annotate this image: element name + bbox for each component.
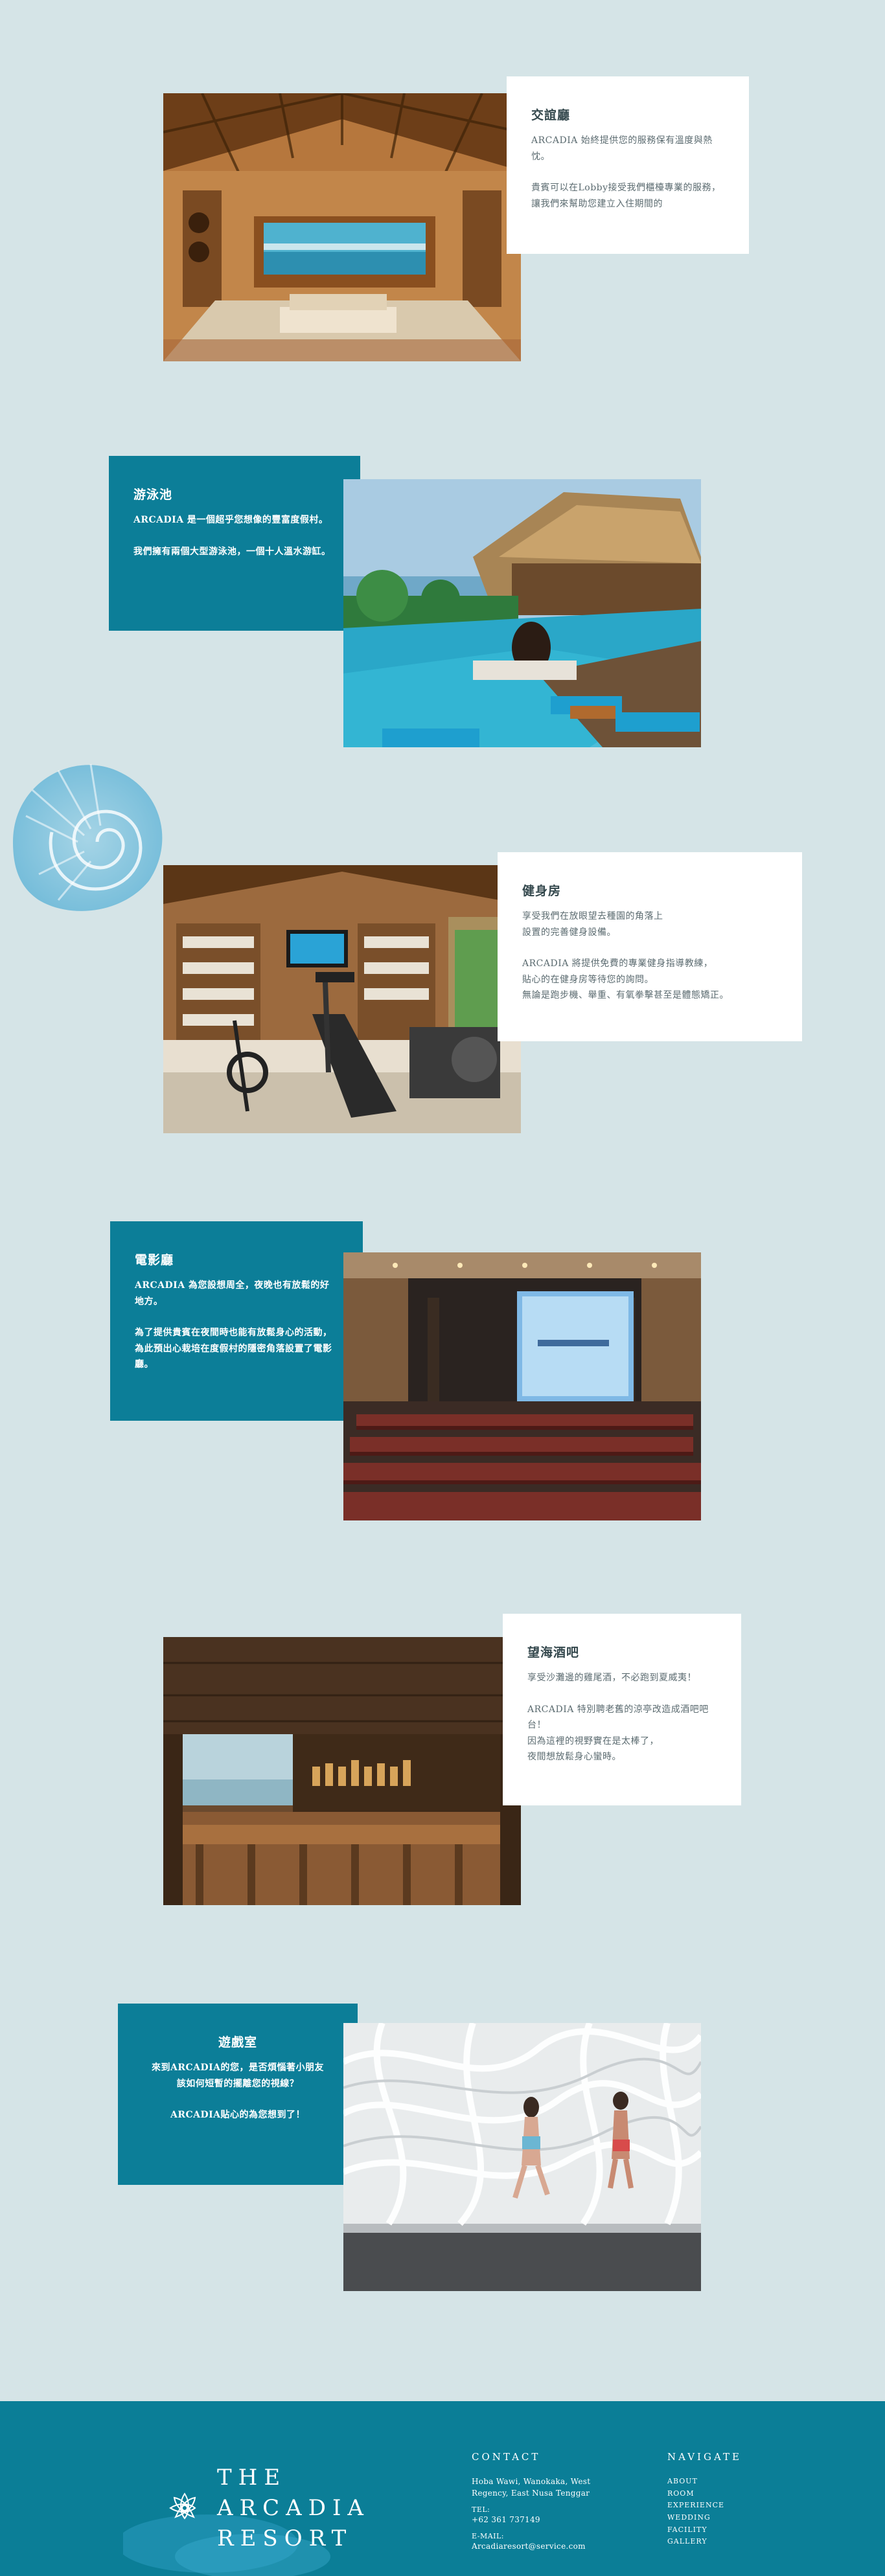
contact-address: Hoba Wawi, Wanokaka, West Regency, East …	[472, 2477, 591, 2498]
nav-link-gallery[interactable]: GALLERY	[667, 2536, 784, 2548]
site-footer: THE ARCADIA RESORT CONTACT Hoba Wawi, Wa…	[0, 2401, 885, 2576]
lobby-card: 交誼廳 ARCADIA 始終提供您的服務保有溫度與熱忱。 貴賓可以在Lobby接…	[507, 76, 749, 254]
pool-photo	[343, 479, 701, 747]
lotus-logo-icon	[169, 2492, 196, 2520]
nav-link-room[interactable]: ROOM	[667, 2488, 784, 2500]
bar-photo	[163, 1637, 521, 1905]
lobby-text-1: ARCADIA 始終提供您的服務保有溫度與熱忱。	[531, 135, 713, 162]
bar-title: 望海酒吧	[527, 1645, 580, 1660]
cinema-photo	[343, 1252, 701, 1520]
cinema-title: 電影廳	[135, 1253, 174, 1267]
footer-brand[interactable]: THE ARCADIA RESORT	[165, 2463, 370, 2554]
pool-text-2: 我們擁有兩個大型游泳池，一個十人溫水游缸。	[133, 546, 331, 557]
email-label: E-MAIL:	[472, 2532, 505, 2540]
playroom-text-2: ARCADIA貼心的為您想到了！	[170, 2110, 306, 2121]
pool-text-1: ARCADIA 是一個超乎您想像的豐富度假村。	[133, 515, 328, 526]
playroom-title: 遊戲室	[218, 2035, 257, 2050]
nav-link-wedding[interactable]: WEDDING	[667, 2512, 784, 2524]
gym-text-1: 享受我們在放眼望去種園的角落上 設置的完善健身設備。	[522, 911, 663, 938]
gym-text-2: ARCADIA 將提供免費的專業健身指導教練， 貼心的在健身房等待您的詢問。 無…	[522, 958, 729, 1001]
pool-title: 游泳池	[133, 488, 173, 502]
playroom-text-1: 來到ARCADIA的您，是否煩惱著小朋友 該如何短暫的擺離您的視線？	[151, 2062, 325, 2089]
nav-link-about[interactable]: ABOUT	[667, 2476, 784, 2488]
tel-label: TEL:	[472, 2505, 490, 2514]
nav-link-experience[interactable]: EXPERIENCE	[667, 2500, 784, 2512]
cinema-card: 電影廳 ARCADIA 為您設想周全，夜晚也有放鬆的好地方。 為了提供貴賓在夜間…	[110, 1221, 363, 1421]
playroom-card: 遊戲室 來到ARCADIA的您，是否煩惱著小朋友 該如何短暫的擺離您的視線？ A…	[118, 2004, 358, 2185]
contact-heading: CONTACT	[472, 2451, 541, 2463]
tel-value[interactable]: +62 361 737149	[472, 2514, 627, 2525]
lobby-title: 交誼廳	[531, 108, 571, 122]
gym-photo	[163, 865, 521, 1133]
pool-card: 游泳池 ARCADIA 是一個超乎您想像的豐富度假村。 我們擁有兩個大型游泳池，…	[109, 456, 360, 631]
brand-name: THE ARCADIA RESORT	[217, 2465, 370, 2551]
bar-text-1: 享受沙灘邊的雞尾酒，不必跑到夏威夷！	[527, 1673, 696, 1684]
email-value[interactable]: Arcadiaresort@service.com	[472, 2540, 627, 2552]
gym-card: 健身房 享受我們在放眼望去種園的角落上 設置的完善健身設備。 ARCADIA 將…	[498, 852, 802, 1041]
navigate-block: NAVIGATE ABOUT ROOM EXPERIENCE WEDDING F…	[667, 2451, 784, 2548]
cinema-text-2: 為了提供貴賓在夜間時也能有放鬆身心的活動， 為此預出心栽培在度假村的隱密角落設置…	[135, 1328, 332, 1370]
nav-link-facility[interactable]: FACILITY	[667, 2524, 784, 2536]
shell-decoration	[13, 763, 163, 911]
bar-text-2: ARCADIA 特別聘老舊的涼亭改造成酒吧吧台！ 因為這裡的視野實在是太棒了， …	[527, 1704, 709, 1763]
playroom-photo	[343, 2023, 701, 2291]
lobby-photo	[163, 93, 521, 361]
contact-block: CONTACT Hoba Wawi, Wanokaka, West Regenc…	[472, 2451, 627, 2552]
cinema-text-1: ARCADIA 為您設想周全，夜晚也有放鬆的好地方。	[135, 1280, 330, 1307]
gym-title: 健身房	[522, 884, 562, 898]
bar-card: 望海酒吧 享受沙灘邊的雞尾酒，不必跑到夏威夷！ ARCADIA 特別聘老舊的涼亭…	[503, 1614, 741, 1805]
lobby-text-2: 貴賓可以在Lobby接受我們櫃檯專業的服務，讓我們來幫助您建立入住期間的	[531, 183, 721, 209]
navigate-heading: NAVIGATE	[667, 2451, 742, 2463]
